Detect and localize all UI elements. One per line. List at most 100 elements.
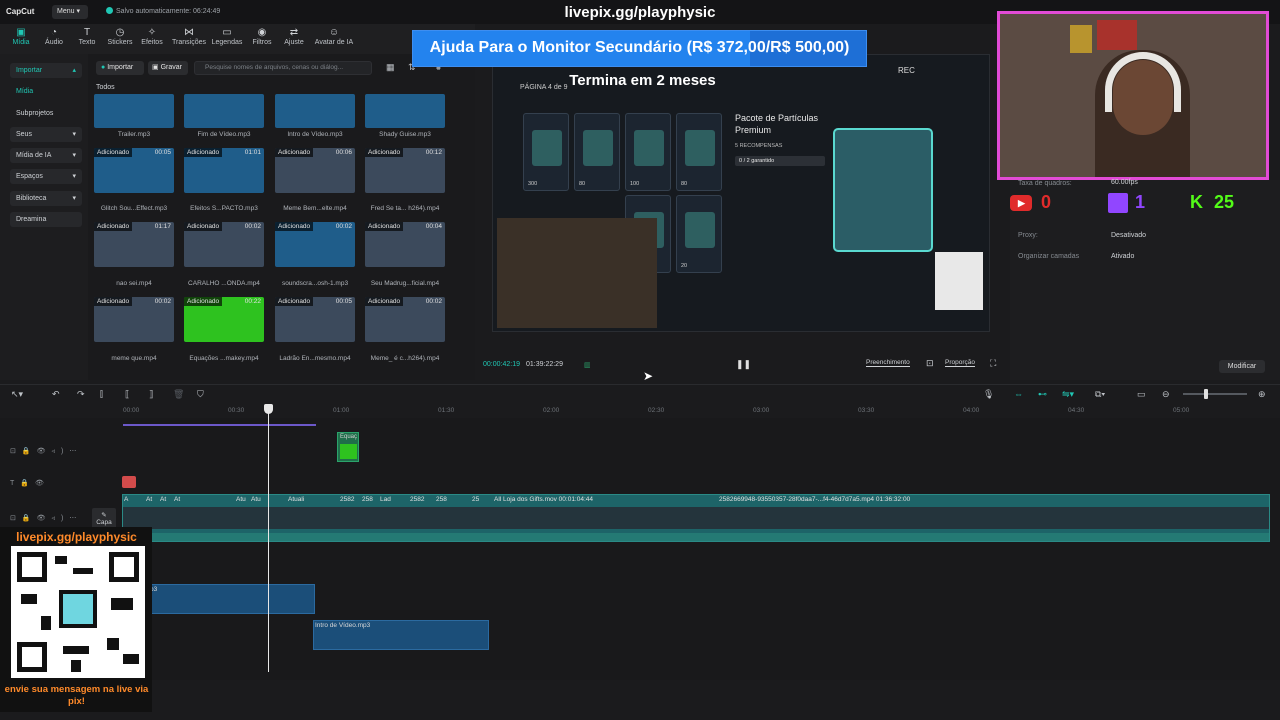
media-thumbnail[interactable] bbox=[275, 94, 355, 128]
sticker-track-clip[interactable] bbox=[123, 424, 316, 426]
qr-module bbox=[41, 616, 51, 630]
select-tool-icon[interactable]: ↖▾ bbox=[11, 389, 23, 400]
youtube-counter: ▶ 0 bbox=[1010, 189, 1062, 215]
media-thumbnail[interactable]: Adicionado 00:04 bbox=[365, 222, 445, 267]
sidebar-item-library[interactable]: Biblioteca ▾ bbox=[10, 191, 82, 206]
pack-progress: 0 / 2 garantido bbox=[735, 156, 825, 166]
tool-adjust[interactable]: ⇄ Ajuste bbox=[277, 27, 311, 46]
kick-count: 25 bbox=[1214, 192, 1235, 212]
split-right-icon[interactable]: ⟧ bbox=[149, 389, 153, 400]
tool-audio[interactable]: ◔ Áudio bbox=[37, 27, 71, 46]
tool-transitions[interactable]: ⋈ Transições bbox=[172, 27, 206, 46]
audio-clip[interactable] bbox=[148, 584, 315, 614]
text-icon: T bbox=[83, 27, 91, 38]
media-thumbnail[interactable]: Adicionado 00:05 bbox=[275, 297, 355, 342]
ruler-tick: 03:00 bbox=[753, 407, 770, 414]
sidebar-item-label: Importar bbox=[16, 67, 43, 74]
record-button[interactable]: ▣ Gravar bbox=[148, 61, 188, 75]
sidebar-item-import[interactable]: Importar ▴ bbox=[10, 63, 82, 78]
detail-value: 60.00fps bbox=[1111, 179, 1138, 186]
sidebar-item-media[interactable]: Mídia bbox=[10, 84, 82, 99]
card-gem-icon bbox=[685, 212, 715, 248]
snapshot-icon[interactable]: ⊡ bbox=[926, 358, 934, 369]
media-thumbnail[interactable]: Adicionado 00:12 bbox=[365, 148, 445, 193]
fullscreen-icon[interactable]: ⛶ bbox=[990, 358, 996, 369]
fill-button[interactable]: Preenchimento bbox=[866, 359, 910, 367]
tool-ai-avatar[interactable]: ☺ Avatar de IA bbox=[313, 27, 355, 46]
media-duration: 00:05 bbox=[335, 298, 352, 305]
zoom-in-icon[interactable]: ⊕ bbox=[1258, 389, 1266, 400]
media-thumbnail[interactable]: Adicionado 00:02 bbox=[275, 222, 355, 267]
zoom-slider[interactable] bbox=[1183, 393, 1247, 395]
sidebar-item-dreamina[interactable]: Dreamina bbox=[10, 212, 82, 227]
zoom-out-icon[interactable]: ⊖ bbox=[1162, 389, 1170, 400]
split-icon[interactable]: ⫿ bbox=[100, 389, 103, 400]
media-filename: Intro de Vídeo.mp3 bbox=[287, 131, 343, 138]
qr-module bbox=[21, 594, 37, 604]
media-thumbnail[interactable]: Adicionado 00:05 bbox=[94, 148, 174, 193]
media-thumbnail[interactable]: Adicionado 00:06 bbox=[275, 148, 355, 193]
wall-picture-icon bbox=[1097, 20, 1137, 50]
tool-filters[interactable]: ◉ Filtros bbox=[245, 27, 279, 46]
sidebar-item-subprojects[interactable]: Subprojetos bbox=[10, 106, 82, 121]
stream-url-overlay: livepix.gg/playphysic bbox=[564, 4, 716, 21]
caption-icon[interactable]: ▭ bbox=[1137, 389, 1146, 400]
preview-axis-icon[interactable]: ⧉▾ bbox=[1095, 389, 1105, 400]
menu-button[interactable]: Menu ▾ bbox=[52, 5, 88, 19]
playhead-handle[interactable] bbox=[264, 404, 273, 414]
added-badge: Adicionado bbox=[275, 222, 314, 231]
track-controls[interactable]: T🔒👁 bbox=[10, 479, 50, 487]
tool-media[interactable]: ▣ Mídia bbox=[4, 27, 38, 46]
redo-icon[interactable]: ↷ bbox=[77, 389, 85, 400]
clip-label: 25 bbox=[472, 496, 480, 503]
media-thumbnail[interactable] bbox=[184, 94, 264, 128]
track-controls[interactable]: ⊡🔒👁◃)⋯ bbox=[10, 514, 82, 522]
zoom-slider-handle[interactable] bbox=[1204, 389, 1208, 399]
sidebar-item-spaces[interactable]: Espaços ▾ bbox=[10, 169, 82, 184]
media-filename: Meme_ é c...h264).mp4 bbox=[370, 355, 440, 362]
microphone-icon[interactable]: 🎙 bbox=[983, 389, 994, 400]
undo-icon[interactable]: ↶ bbox=[52, 389, 60, 400]
media-thumbnail[interactable]: Adicionado 01:17 bbox=[94, 222, 174, 267]
delete-icon[interactable]: 🗑 bbox=[173, 389, 184, 400]
ruler-tick: 01:00 bbox=[333, 407, 350, 414]
playhead[interactable] bbox=[268, 404, 269, 672]
modify-button[interactable]: Modificar bbox=[1219, 360, 1265, 373]
media-thumbnail[interactable]: Adicionado 00:22 bbox=[184, 297, 264, 342]
media-thumbnail[interactable]: Adicionado 00:02 bbox=[184, 222, 264, 267]
filters-icon: ◉ bbox=[257, 27, 267, 38]
tool-captions[interactable]: ▭ Legendas bbox=[210, 27, 244, 46]
twitch-count: 1 bbox=[1135, 192, 1146, 212]
magnet-icon[interactable]: ⊷ bbox=[1038, 389, 1047, 400]
sidebar-item-yours[interactable]: Seus ▾ bbox=[10, 127, 82, 142]
tool-stickers[interactable]: ◷ Stickers bbox=[103, 27, 137, 46]
ruler-tick: 01:30 bbox=[438, 407, 455, 414]
import-button[interactable]: ● Importar bbox=[96, 61, 144, 75]
track-controls[interactable]: ⊡🔒👁◃)⋯ bbox=[10, 447, 82, 455]
media-filename: meme que.mp4 bbox=[111, 355, 157, 362]
link-icon[interactable]: ⇔ bbox=[1014, 389, 1023, 399]
text-clip[interactable] bbox=[122, 476, 136, 488]
snap-icon[interactable]: ⇋▾ bbox=[1062, 389, 1074, 400]
marker-icon[interactable]: ⛉ bbox=[197, 389, 204, 400]
timeline-ruler[interactable] bbox=[120, 404, 1280, 418]
overlay-clip-label: Equaç bbox=[340, 434, 358, 440]
media-thumbnail[interactable]: Adicionado 00:02 bbox=[94, 297, 174, 342]
total-time: 01:39:22:29 bbox=[525, 361, 563, 368]
split-left-icon[interactable]: ⟦ bbox=[125, 389, 129, 400]
grid-view-icon[interactable]: ▦ bbox=[386, 62, 395, 73]
media-search-input[interactable]: Pesquise nomes de arquivos, cenas ou diá… bbox=[194, 61, 372, 75]
sidebar-item-ai-media[interactable]: Mídia de IA ▾ bbox=[10, 148, 82, 163]
tool-effects[interactable]: ✧ Efeitos bbox=[135, 27, 169, 46]
tool-text[interactable]: T Texto bbox=[70, 27, 104, 46]
media-filename: Ladrão En...mesmo.mp4 bbox=[279, 355, 351, 362]
media-thumbnail[interactable] bbox=[365, 94, 445, 128]
tool-label: Áudio bbox=[45, 39, 63, 46]
pause-button[interactable]: ❚❚ bbox=[736, 359, 751, 370]
ratio-button[interactable]: Proporção bbox=[945, 359, 975, 367]
media-thumbnail[interactable]: Adicionado 01:01 bbox=[184, 148, 264, 193]
qr-url-text: livepix.gg/playphysic bbox=[16, 530, 137, 544]
added-badge: Adicionado bbox=[365, 222, 404, 231]
media-thumbnail[interactable] bbox=[94, 94, 174, 128]
media-thumbnail[interactable]: Adicionado 00:02 bbox=[365, 297, 445, 342]
